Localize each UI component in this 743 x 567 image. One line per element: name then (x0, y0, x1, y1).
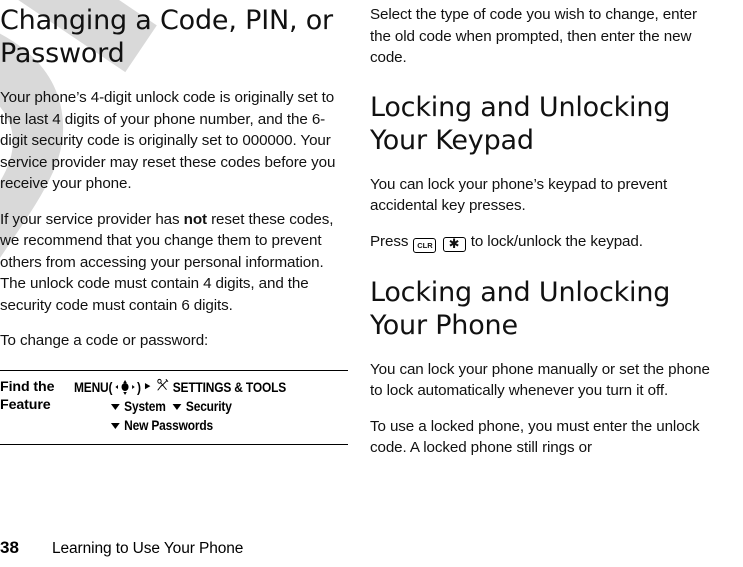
chevron-down-icon (110, 404, 120, 410)
left-paragraph-2-prefix: If your service provider has (0, 210, 184, 228)
menu-path-row-2: System Security (74, 397, 315, 416)
right-paragraph-3: You can lock your phone manually or set … (370, 360, 710, 400)
nav-key-open-paren: ( (108, 379, 113, 395)
find-the-feature-label: Find the Feature (0, 378, 74, 414)
emphasis-not: not (183, 210, 207, 228)
nav-down-arrow-icon (122, 391, 127, 395)
page-footer: 38 Learning to Use Your Phone (0, 538, 743, 558)
path-separator-icon: ▸ (145, 379, 150, 392)
five-way-navigation-key-icon (113, 379, 136, 395)
running-head: Learning to Use Your Phone (52, 540, 244, 557)
menu-path-row-3: New Passwords (74, 416, 315, 435)
left-paragraph-3: To change a code or password: (0, 332, 209, 349)
left-column: Changing a Code, PIN, or Password Your p… (0, 0, 348, 445)
menu-step-settings-and-tools: SETTINGS & TOOLS (172, 379, 287, 395)
menu-step-system: System (124, 398, 166, 414)
nav-key-close-paren: ) (136, 379, 141, 395)
press-keys-line: Press CLR ✱ to lock/unlock the keypad. (370, 231, 718, 254)
nav-up-arrow-icon (122, 379, 127, 383)
press-suffix: to lock/unlock the keypad. (470, 232, 643, 250)
right-paragraph-2: You can lock your phone’s keypad to prev… (370, 175, 668, 215)
find-the-feature-table: Find the Feature MENU ( ) ▸ SETTINGS & T… (0, 369, 348, 445)
menu-label: MENU (74, 379, 109, 395)
section-heading-locking-phone: Locking and Unlocking Your Phone (370, 276, 671, 341)
menu-step-security: Security (185, 398, 232, 414)
press-prefix: Press (370, 232, 409, 250)
section-heading-locking-keypad: Locking and Unlocking Your Keypad (370, 91, 671, 156)
clear-key-icon: CLR (413, 237, 437, 253)
right-column: Select the type of code you wish to chan… (370, 0, 718, 473)
nav-right-arrow-icon (131, 384, 135, 389)
find-the-feature-label-line-2: Feature (0, 396, 51, 413)
menu-step-new-passwords: New Passwords (124, 417, 213, 433)
left-paragraph-2: If your service provider has not reset t… (0, 209, 348, 317)
nav-center-dot-icon (121, 383, 129, 391)
right-paragraph-4: To use a locked phone, you must enter th… (370, 417, 700, 457)
chevron-down-icon (172, 404, 182, 410)
page-number: 38 (0, 538, 19, 557)
manual-page: Changing a Code, PIN, or Password Your p… (0, 0, 743, 567)
left-paragraph-1: Your phone’s 4-digit unlock code is orig… (0, 89, 336, 192)
find-the-feature-label-line-1: Find the (0, 378, 55, 395)
find-the-feature-path: MENU ( ) ▸ SETTINGS & TOOLS System Secur… (74, 378, 315, 435)
star-key-icon: ✱ (442, 236, 466, 252)
menu-path-row-1: MENU ( ) ▸ SETTINGS & TOOLS (74, 378, 315, 397)
page-title: Changing a Code, PIN, or Password (0, 5, 333, 69)
settings-and-tools-icon (156, 378, 169, 397)
chevron-down-icon (110, 423, 120, 429)
right-paragraph-1: Select the type of code you wish to chan… (370, 6, 697, 66)
nav-left-arrow-icon (114, 384, 118, 389)
